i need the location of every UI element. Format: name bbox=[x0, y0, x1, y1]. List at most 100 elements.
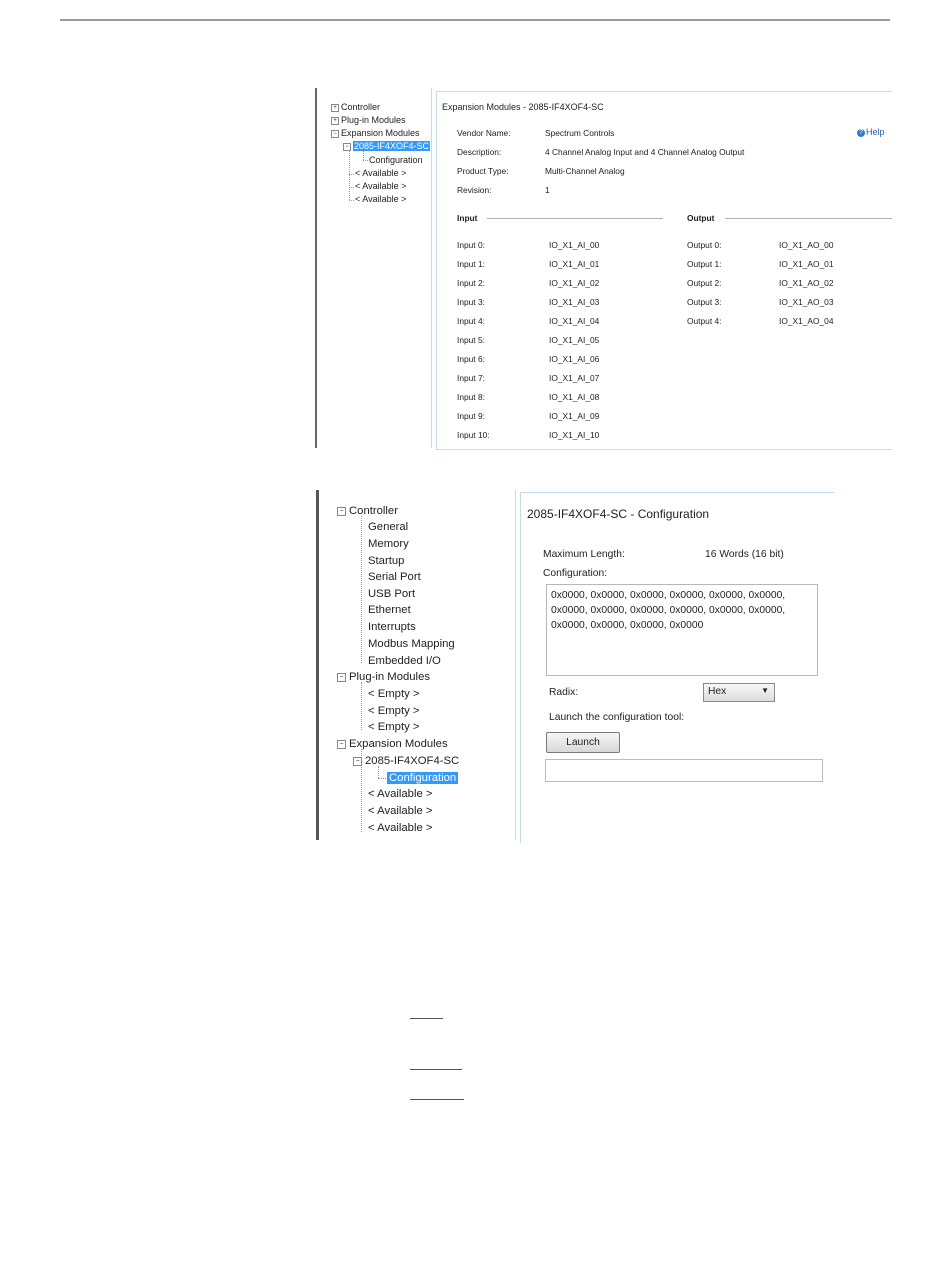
tree-item-empty[interactable]: < Empty > bbox=[368, 720, 420, 735]
radix-label: Radix: bbox=[549, 687, 579, 698]
panel-title: Expansion Modules - 2085-IF4XOF4-SC bbox=[442, 102, 604, 112]
configuration-panel: 2085-IF4XOF4-SC - Configuration Maximum … bbox=[520, 492, 834, 843]
detail-value: 4 Channel Analog Input and 4 Channel Ana… bbox=[545, 147, 745, 157]
collapse-icon[interactable]: − bbox=[337, 672, 346, 682]
output-tag: IO_X1_AO_03 bbox=[779, 297, 834, 307]
expansion-module-properties-screenshot: + Controller + Plug-in Modules − Expansion … bbox=[315, 88, 892, 452]
tree-connector bbox=[349, 200, 354, 201]
output-tag: IO_X1_AO_04 bbox=[779, 316, 834, 326]
collapse-icon[interactable]: − bbox=[353, 756, 362, 766]
tree-item-controller[interactable]: + Controller bbox=[331, 102, 380, 113]
tree-item-plugin-modules[interactable]: + Plug-in Modules bbox=[331, 115, 406, 126]
input-label: Input 0: bbox=[457, 240, 485, 250]
input-label: Input 8: bbox=[457, 392, 485, 402]
detail-label: Description: bbox=[457, 147, 502, 157]
input-tag: IO_X1_AI_04 bbox=[549, 316, 600, 326]
expand-icon[interactable]: + bbox=[331, 103, 339, 112]
tree-item-embedded-io[interactable]: Embedded I/O bbox=[368, 654, 441, 669]
input-tag: IO_X1_AI_00 bbox=[549, 240, 600, 250]
tree-item-module[interactable]: −2085-IF4XOF4-SC bbox=[343, 141, 431, 152]
max-length-value: 16 Words (16 bit) bbox=[705, 549, 784, 560]
input-tag: IO_X1_AI_09 bbox=[549, 411, 600, 421]
expand-icon[interactable]: + bbox=[331, 116, 339, 125]
tree-item-module[interactable]: −2085-IF4XOF4-SC bbox=[353, 754, 459, 769]
tree-item-available[interactable]: < Available > bbox=[368, 821, 433, 836]
detail-label: Revision: bbox=[457, 185, 492, 195]
dropdown-arrow-icon: ▼ bbox=[761, 686, 769, 695]
tree-connector bbox=[363, 160, 368, 161]
status-field bbox=[545, 759, 823, 782]
output-label: Output 3: bbox=[687, 297, 722, 307]
configuration-textarea[interactable]: 0x0000, 0x0000, 0x0000, 0x0000, 0x0000, … bbox=[546, 584, 818, 676]
tree-item-startup[interactable]: Startup bbox=[368, 554, 404, 569]
input-tag: IO_X1_AI_07 bbox=[549, 373, 600, 383]
collapse-icon[interactable]: − bbox=[337, 506, 346, 516]
tree-item-usb-port[interactable]: USB Port bbox=[368, 587, 415, 602]
underline-mark bbox=[410, 1099, 464, 1100]
input-label: Input 4: bbox=[457, 316, 485, 326]
input-tag: IO_X1_AI_08 bbox=[549, 392, 600, 402]
tree-item-empty[interactable]: < Empty > bbox=[368, 704, 420, 719]
section-divider bbox=[725, 218, 892, 219]
tree-item-serial-port[interactable]: Serial Port bbox=[368, 570, 421, 585]
tree-item-available[interactable]: < Available > bbox=[368, 804, 433, 819]
input-tag: IO_X1_AI_05 bbox=[549, 335, 600, 345]
tree-item-available[interactable]: < Available > bbox=[355, 181, 406, 192]
tree-connector bbox=[378, 766, 379, 778]
tree-item-expansion-modules[interactable]: − Expansion Modules bbox=[331, 128, 420, 139]
input-label: Input 3: bbox=[457, 297, 485, 307]
tree-item-expansion-modules[interactable]: − Expansion Modules bbox=[337, 737, 448, 752]
output-label: Output 0: bbox=[687, 240, 722, 250]
tree-item-memory[interactable]: Memory bbox=[368, 537, 409, 552]
tree-item-configuration[interactable]: Configuration bbox=[387, 771, 459, 786]
input-section-heading: Input bbox=[457, 213, 478, 223]
tree-item-general[interactable]: General bbox=[368, 520, 408, 535]
detail-value: 1 bbox=[545, 185, 550, 195]
page-header-rule bbox=[60, 19, 890, 21]
tree-connector bbox=[378, 778, 386, 779]
configuration-label: Configuration: bbox=[543, 568, 608, 579]
tree-item-available[interactable]: < Available > bbox=[368, 787, 433, 802]
tree-connector bbox=[363, 151, 364, 160]
tree-item-controller[interactable]: − Controller bbox=[337, 504, 398, 519]
input-label: Input 1: bbox=[457, 259, 485, 269]
tree-connector bbox=[349, 174, 354, 175]
output-tag: IO_X1_AO_01 bbox=[779, 259, 834, 269]
collapse-icon[interactable]: − bbox=[331, 129, 339, 138]
tree-item-plugin-modules[interactable]: − Plug-in Modules bbox=[337, 670, 430, 685]
tree-item-available[interactable]: < Available > bbox=[355, 168, 406, 179]
collapse-icon[interactable]: − bbox=[337, 739, 346, 749]
input-tag: IO_X1_AI_10 bbox=[549, 430, 600, 440]
project-tree: + Controller + Plug-in Modules − Expansion … bbox=[315, 88, 432, 448]
tree-item-available[interactable]: < Available > bbox=[355, 194, 406, 205]
underline-mark bbox=[410, 1069, 462, 1070]
input-tag: IO_X1_AI_06 bbox=[549, 354, 600, 364]
tree-connector bbox=[349, 150, 350, 200]
help-link[interactable]: ? Help bbox=[857, 127, 885, 137]
tree-item-empty[interactable]: < Empty > bbox=[368, 687, 420, 702]
radix-select[interactable]: Hex ▼ bbox=[703, 683, 775, 702]
output-section-heading: Output bbox=[687, 213, 715, 223]
project-tree: − Controller General Memory Startup Seria… bbox=[316, 490, 516, 840]
underline-mark bbox=[410, 1018, 443, 1019]
input-label: Input 7: bbox=[457, 373, 485, 383]
detail-label: Product Type: bbox=[457, 166, 509, 176]
output-tag: IO_X1_AO_00 bbox=[779, 240, 834, 250]
detail-value: Spectrum Controls bbox=[545, 128, 615, 138]
input-label: Input 6: bbox=[457, 354, 485, 364]
help-icon: ? bbox=[857, 128, 865, 137]
detail-label: Vendor Name: bbox=[457, 128, 511, 138]
launch-tool-label: Launch the configuration tool: bbox=[549, 712, 685, 723]
output-tag: IO_X1_AO_02 bbox=[779, 278, 834, 288]
tree-item-configuration[interactable]: Configuration bbox=[369, 155, 423, 166]
module-details-panel: Expansion Modules - 2085-IF4XOF4-SC ? Hel… bbox=[436, 91, 892, 450]
tree-item-modbus-mapping[interactable]: Modbus Mapping bbox=[368, 637, 455, 652]
max-length-label: Maximum Length: bbox=[543, 549, 625, 560]
tree-connector bbox=[349, 187, 354, 188]
output-label: Output 1: bbox=[687, 259, 722, 269]
tree-item-interrupts[interactable]: Interrupts bbox=[368, 620, 416, 635]
input-label: Input 9: bbox=[457, 411, 485, 421]
tree-item-ethernet[interactable]: Ethernet bbox=[368, 603, 411, 618]
launch-button[interactable]: Launch bbox=[546, 732, 620, 753]
tree-connector bbox=[361, 682, 362, 730]
